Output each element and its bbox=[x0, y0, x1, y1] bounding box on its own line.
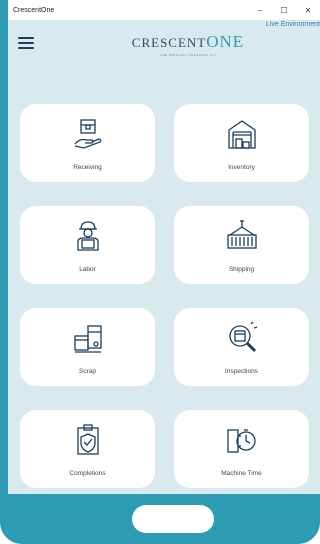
tile-machine-time[interactable]: Machine Time bbox=[174, 410, 309, 488]
logo-text-a: CRESCENT bbox=[131, 35, 207, 50]
tile-label: Labor bbox=[79, 266, 96, 273]
inventory-icon bbox=[227, 120, 256, 149]
tile-completions[interactable]: Completions bbox=[20, 410, 155, 488]
tile-label: Inspections bbox=[225, 368, 258, 375]
tile-label: Completions bbox=[69, 470, 106, 477]
tile-label: Shipping bbox=[228, 266, 255, 273]
tile-inventory[interactable]: Inventory bbox=[174, 104, 309, 182]
home-button[interactable] bbox=[132, 505, 214, 533]
window-title: CrescentOne bbox=[13, 6, 55, 14]
minimize-button[interactable]: – bbox=[248, 0, 272, 20]
labor-icon bbox=[76, 221, 99, 251]
logo: CRESCENTONE THE ORIGINAL CRESCENT ALI bbox=[128, 32, 248, 57]
window-controls: – ☐ ✕ bbox=[248, 0, 320, 20]
logo-text-b: ONE bbox=[206, 32, 245, 51]
menu-icon[interactable] bbox=[18, 37, 34, 49]
tile-labor[interactable]: Labor bbox=[20, 206, 155, 284]
machine-time-icon bbox=[226, 429, 256, 453]
tile-receiving[interactable]: Receiving bbox=[20, 104, 155, 182]
tile-label: Scrap bbox=[79, 368, 96, 375]
inspections-icon bbox=[228, 321, 257, 353]
scrap-icon bbox=[73, 325, 102, 353]
tile-label: Machine Time bbox=[221, 470, 262, 477]
device-frame: CrescentOne – ☐ ✕ Live Environment CRESC… bbox=[0, 0, 320, 544]
tile-label: Inventory bbox=[228, 164, 255, 171]
shipping-icon bbox=[226, 220, 257, 249]
title-bar: CrescentOne – ☐ ✕ bbox=[8, 0, 320, 20]
tile-label: Receiving bbox=[73, 164, 102, 171]
completions-icon bbox=[76, 424, 99, 455]
maximize-button[interactable]: ☐ bbox=[272, 0, 296, 20]
close-button[interactable]: ✕ bbox=[296, 0, 320, 20]
tile-shipping[interactable]: Shipping bbox=[174, 206, 309, 284]
tile-scrap[interactable]: Scrap bbox=[20, 308, 155, 386]
logo-tagline: THE ORIGINAL CRESCENT ALI bbox=[159, 53, 216, 57]
app-window: CrescentOne – ☐ ✕ Live Environment CRESC… bbox=[8, 0, 320, 494]
app-header: CRESCENTONE THE ORIGINAL CRESCENT ALI bbox=[8, 20, 320, 70]
receiving-icon bbox=[74, 119, 101, 149]
tile-inspections[interactable]: Inspections bbox=[174, 308, 309, 386]
